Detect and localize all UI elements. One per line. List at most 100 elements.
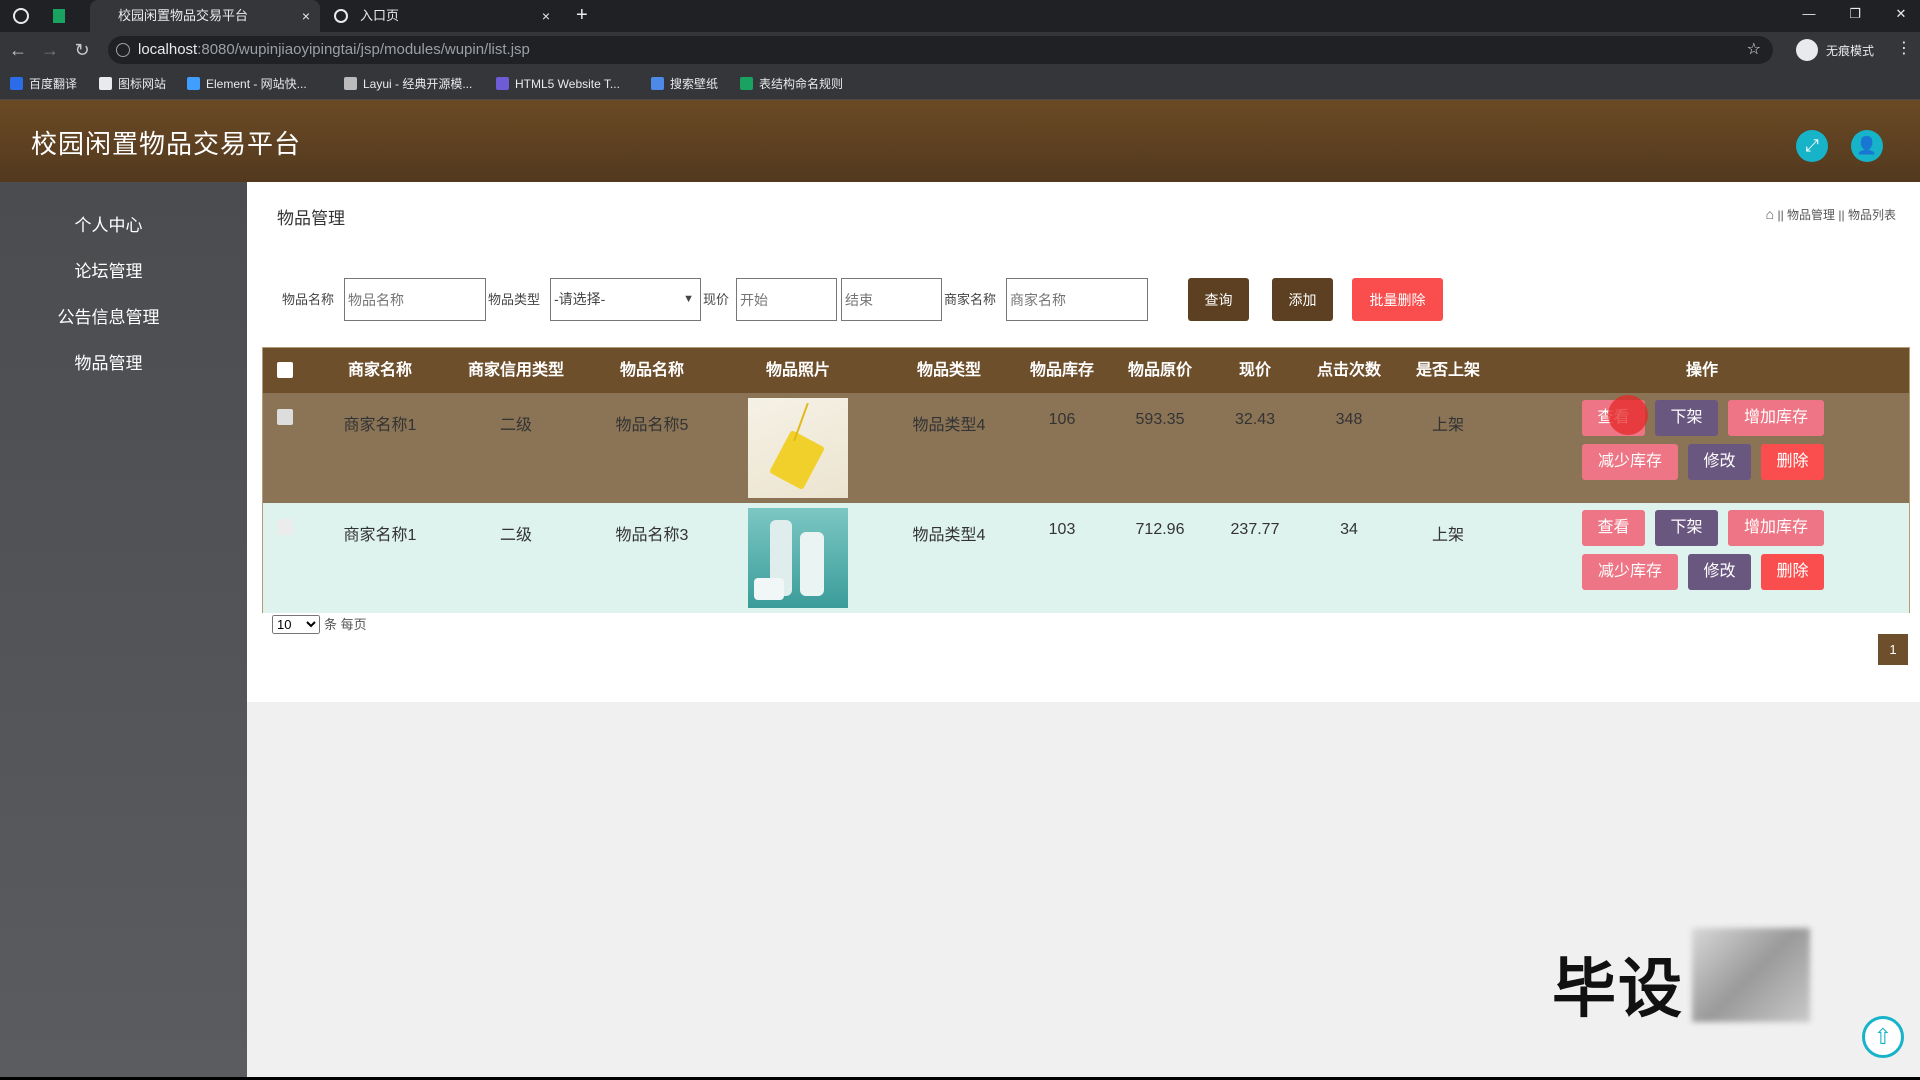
bookmark-wallpaper[interactable]: 搜索壁纸 [651,76,718,92]
bookmark-element[interactable]: Element - 网站快... [187,76,307,92]
item-type-select[interactable]: -请选择- ▼ [550,278,701,321]
col-merchant: 商家名称 [347,362,413,379]
cell-credit: 二级 [499,527,533,544]
col-clicks: 点击次数 [1316,362,1382,379]
photo-jar-shape [754,578,784,600]
url-path: :8080/wupinjiaoyipingtai/jsp/modules/wup… [197,41,530,58]
price-start-input[interactable] [736,278,837,321]
cell-stock: 106 [1048,411,1076,428]
item-name-input[interactable] [344,278,486,321]
browser-chrome: 校园闲置物品交易平台 × 入口页 × + — ❐ ✕ ← → ↻ localho… [0,0,1920,100]
tab-entry[interactable]: 入口页 × [330,0,560,32]
fullscreen-icon[interactable]: ⤢ [1796,130,1828,162]
add-stock-button[interactable]: 增加库存 [1728,510,1824,546]
tab-label: 入口页 [360,8,400,23]
bookmark-icon-site[interactable]: 图标网站 [99,76,166,92]
view-button[interactable]: 查看 [1582,510,1645,546]
user-icon[interactable]: 👤 [1851,130,1883,162]
photo-tag-shape [768,429,826,491]
back-icon[interactable]: ← [7,39,29,61]
select-all-checkbox[interactable] [277,362,293,378]
query-button[interactable]: 查询 [1188,278,1249,321]
address-bar[interactable]: localhost:8080/wupinjiaoyipingtai/jsp/mo… [108,36,1773,64]
page-size-control: 10 条 每页 [272,614,367,634]
type-selected: -请选择- [554,291,606,307]
restore-icon[interactable]: ❐ [1832,0,1878,28]
forward-icon[interactable]: → [39,39,61,61]
row-checkbox[interactable] [277,519,293,535]
minimize-icon[interactable]: — [1786,0,1832,28]
home-icon[interactable]: ⌂ [1766,206,1774,222]
bookmark-layui[interactable]: Layui - 经典开源模... [344,76,472,92]
price-end-input[interactable] [841,278,942,321]
page-number-button[interactable]: 1 [1878,634,1908,665]
merchant-name-input[interactable] [1006,278,1148,321]
incognito-label: 无痕模式 [1826,44,1875,58]
bookmarks-bar: 百度翻译 图标网站 Element - 网站快... Layui - 经典开源模… [0,68,1920,100]
sidebar-item-personal[interactable]: 个人中心 [0,206,217,246]
sidebar-item-forum[interactable]: 论坛管理 [0,252,217,292]
breadcrumb-item[interactable]: 物品管理 [1787,208,1835,222]
price-label: 现价 [703,292,730,307]
chevron-down-icon: ▼ [683,293,694,305]
bookmark-naming-rules[interactable]: 表结构命名规则 [740,76,843,92]
add-stock-button[interactable]: 增加库存 [1728,400,1824,436]
merchant-label: 商家名称 [944,292,997,307]
offline-button[interactable]: 下架 [1655,400,1718,436]
tab-platform[interactable]: 校园闲置物品交易平台 × [90,0,320,32]
brand-title: 校园闲置物品交易平台 [31,129,302,159]
back-to-top-icon[interactable]: ⇧ [1862,1016,1904,1058]
item-photo[interactable] [748,398,848,498]
cell-clicks: 348 [1335,411,1363,428]
cell-price: 237.77 [1230,521,1280,538]
globe-icon [334,9,348,23]
table-row[interactable]: 商家名称1 二级 物品名称5 物品类型4 106 593.35 32.43 34… [263,393,1909,503]
cell-name: 物品名称5 [615,417,689,434]
tab-bar: 校园闲置物品交易平台 × 入口页 × + — ❐ ✕ [0,0,1920,32]
col-name: 物品名称 [619,362,685,379]
menu-icon[interactable]: ⋮ [1896,38,1912,58]
items-table: 商家名称 商家信用类型 物品名称 物品照片 物品类型 物品库存 物品原价 现价 … [262,347,1910,613]
close-icon[interactable]: × [542,0,550,32]
table-row[interactable]: 商家名称1 二级 物品名称3 物品类型4 103 712.96 237.77 3… [263,503,1909,613]
reduce-stock-button[interactable]: 减少库存 [1582,554,1678,590]
cell-credit: 二级 [499,417,533,434]
bookmark-baidu-translate[interactable]: 百度翻译 [10,76,77,92]
tab-label: 校园闲置物品交易平台 [118,8,249,23]
breadcrumb-item: 物品列表 [1847,208,1896,222]
cell-original-price: 593.35 [1135,411,1185,428]
delete-button[interactable]: 删除 [1761,554,1824,590]
col-photo: 物品照片 [765,362,831,379]
page-size-select[interactable]: 10 [272,615,320,634]
chrome-icon [13,8,29,24]
col-listed: 是否上架 [1415,362,1481,379]
offline-button[interactable]: 下架 [1655,510,1718,546]
photo-bottle-shape [800,532,824,596]
reduce-stock-button[interactable]: 减少库存 [1582,444,1678,480]
window-close-icon[interactable]: ✕ [1878,0,1920,28]
cell-type: 物品类型4 [912,417,986,434]
add-button[interactable]: 添加 [1272,278,1333,321]
new-tab-button[interactable]: + [576,4,588,27]
row-checkbox[interactable] [277,409,293,425]
type-label: 物品类型 [488,292,541,307]
edit-button[interactable]: 修改 [1688,444,1751,480]
click-indicator [1608,395,1648,435]
edit-button[interactable]: 修改 [1688,554,1751,590]
star-icon[interactable]: ☆ [1747,36,1761,64]
close-icon[interactable]: × [302,0,310,32]
sidebar-item-announcements[interactable]: 公告信息管理 [0,298,217,338]
col-type: 物品类型 [916,362,982,379]
reload-icon[interactable]: ↻ [71,39,93,61]
batch-delete-button[interactable]: 批量删除 [1352,278,1443,321]
app-header: 校园闲置物品交易平台 ⤢ 👤 [0,100,1920,182]
sheet-icon [53,9,65,23]
delete-button[interactable]: 删除 [1761,444,1824,480]
item-photo[interactable] [748,508,848,608]
cell-listed: 上架 [1431,417,1465,434]
sidebar-item-items[interactable]: 物品管理 [0,344,217,384]
url-host: localhost [138,41,198,58]
bookmark-html5[interactable]: HTML5 Website T... [496,76,620,92]
incognito-icon[interactable] [1796,39,1818,61]
breadcrumb-sep: || [1777,208,1784,222]
